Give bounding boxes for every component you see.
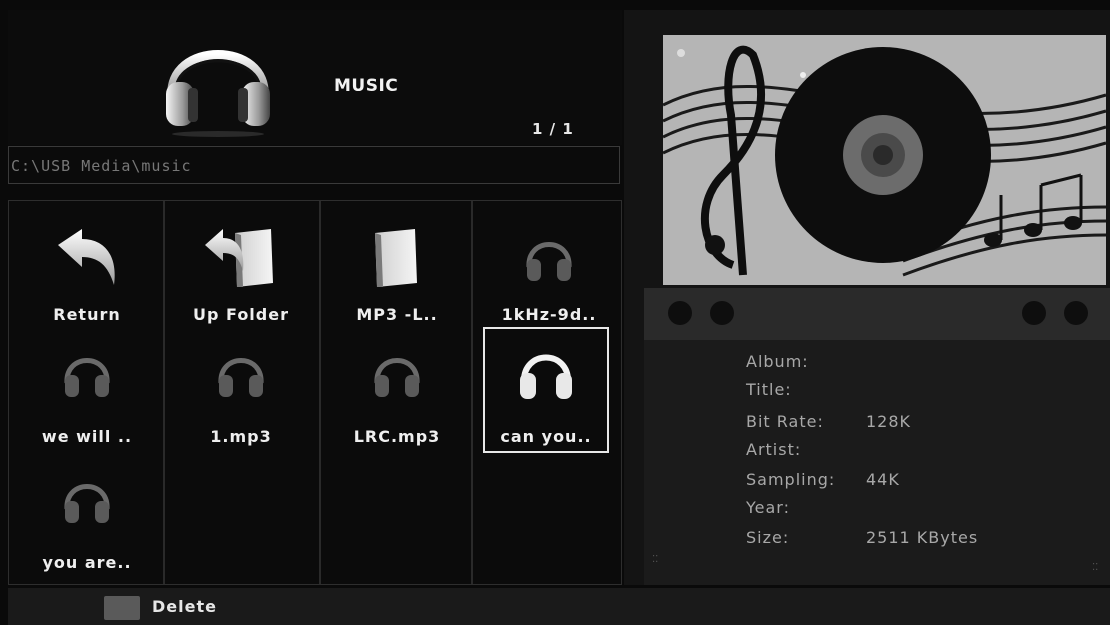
artist-label: Artist: (746, 440, 802, 459)
music-browser-screen: MUSIC 1 / 1 C:\USB Media\music Return Up… (0, 0, 1110, 625)
page-title: MUSIC (334, 76, 399, 96)
headphones-icon (374, 358, 420, 397)
sampling-value: 44K (866, 470, 900, 489)
year-label: Year: (746, 498, 790, 517)
page-indicator: 1 / 1 (532, 120, 574, 138)
decor-dot (710, 301, 734, 325)
item-label: can you.. (500, 427, 592, 446)
headphones-icon (218, 358, 264, 397)
album-art (663, 35, 1106, 285)
item-label: Up Folder (193, 305, 289, 324)
grid-item-return[interactable]: Return (11, 215, 163, 335)
grid-item-folder[interactable]: MP3 -L.. (321, 215, 473, 335)
size-label: Size: (746, 528, 790, 547)
grid-item-file[interactable]: we will .. (11, 331, 163, 451)
decor-dot (1022, 301, 1046, 325)
decor-dot (668, 301, 692, 325)
grid-item-up-folder[interactable]: Up Folder (165, 215, 317, 335)
delete-button-label[interactable]: Delete (152, 597, 217, 616)
grid-item-file[interactable]: you are.. (11, 457, 163, 577)
item-label: 1.mp3 (210, 427, 272, 446)
size-value: 2511 KBytes (866, 528, 979, 547)
item-label: you are.. (42, 553, 132, 572)
track-info-panel: Album: Title: Bit Rate: 128K Artist: Sam… (644, 340, 1110, 585)
grid-item-file-selected[interactable]: can you.. (483, 327, 609, 453)
up-folder-icon (205, 229, 273, 287)
grid-item-file[interactable]: 1.mp3 (165, 331, 317, 451)
music-artwork-image (663, 35, 1106, 285)
preview-decor-bar (644, 288, 1110, 340)
bitrate-value: 128K (866, 412, 912, 431)
decor-dot (1064, 301, 1088, 325)
headphones-icon (526, 242, 572, 281)
item-label: LRC.mp3 (353, 427, 441, 446)
headphones-icon (64, 358, 110, 397)
footer-bar: Delete (8, 588, 1110, 625)
file-grid: Return Up Folder MP3 -L.. 1kHz-9d.. we w… (8, 200, 622, 585)
item-label: Return (53, 305, 121, 324)
headphones-icon (520, 354, 572, 399)
header-panel: MUSIC 1 / 1 (8, 10, 622, 145)
item-label: MP3 -L.. (356, 305, 438, 324)
grid-item-file[interactable]: LRC.mp3 (321, 331, 473, 451)
current-path: C:\USB Media\music (8, 146, 620, 184)
corner-marker: ⁚⁚ (652, 554, 659, 565)
item-label: we will .. (41, 427, 133, 446)
title-label: Title: (746, 380, 792, 399)
corner-marker: ⁚⁚ (1092, 562, 1099, 573)
item-label: 1kHz-9d.. (501, 305, 597, 324)
grid-item-file[interactable]: 1kHz-9d.. (473, 215, 625, 335)
headphones-icon (64, 484, 110, 523)
album-label: Album: (746, 352, 809, 371)
delete-key-icon[interactable] (104, 596, 140, 620)
headphones-icon (166, 50, 270, 137)
return-arrow-icon (58, 229, 115, 285)
sampling-label: Sampling: (746, 470, 836, 489)
folder-icon (375, 229, 417, 287)
bitrate-label: Bit Rate: (746, 412, 824, 431)
